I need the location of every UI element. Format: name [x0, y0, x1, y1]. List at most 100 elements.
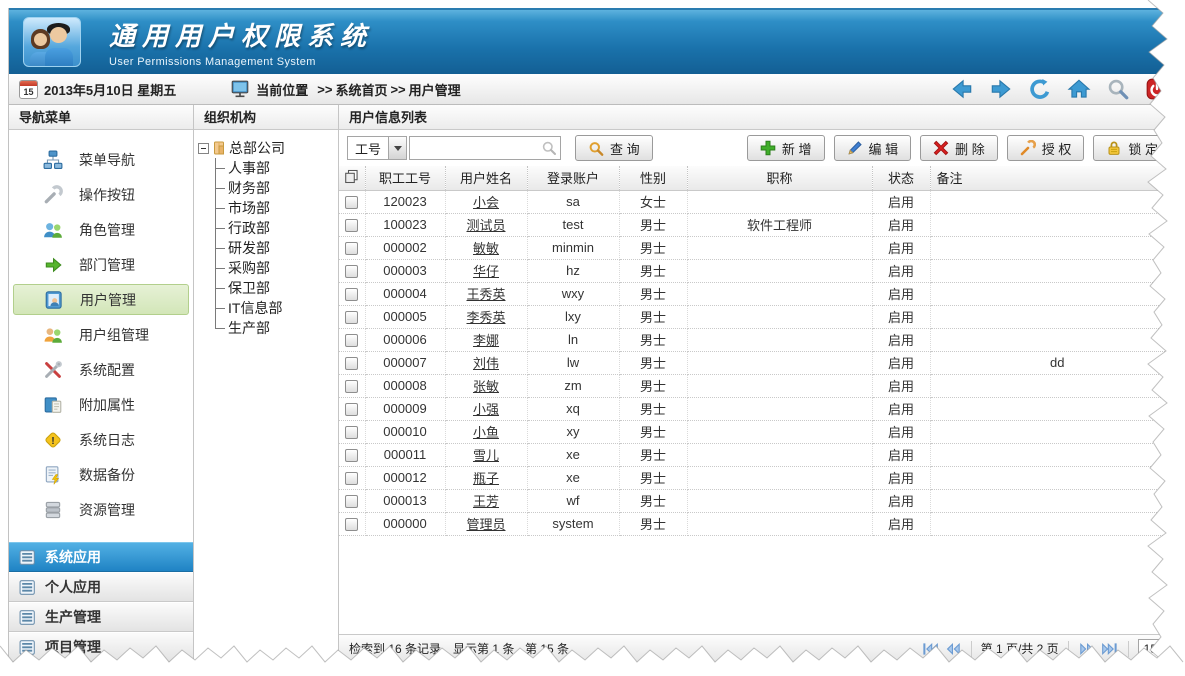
row-checkbox[interactable]	[345, 472, 358, 485]
table-row[interactable]: 000003华仔hz男士启用	[339, 259, 1179, 282]
table-row[interactable]: 100023测试员test男士软件工程师启用	[339, 213, 1179, 236]
column-header-1[interactable]: 用户姓名	[445, 166, 527, 190]
tree-node[interactable]: 研发部	[215, 238, 336, 258]
tree-node[interactable]: 市场部	[215, 198, 336, 218]
search-input[interactable]	[409, 136, 561, 160]
select-all-header[interactable]	[339, 166, 365, 190]
action-button-2[interactable]: 删 除	[920, 135, 998, 161]
table-row[interactable]: 000013王芳wf男士启用	[339, 489, 1179, 512]
tree-root-label[interactable]: 总部公司	[229, 138, 285, 158]
table-row[interactable]: 000007刘伟lw男士启用dd	[339, 351, 1179, 374]
column-header-3[interactable]: 性别	[619, 166, 687, 190]
user-name-link[interactable]: 小强	[473, 402, 499, 417]
tree-node[interactable]: IT信息部	[215, 298, 336, 318]
row-checkbox[interactable]	[345, 357, 358, 370]
user-name-link[interactable]: 王秀英	[466, 287, 505, 302]
table-row[interactable]: 000012瓶子xe男士启用	[339, 466, 1179, 489]
search-icon[interactable]	[1106, 77, 1130, 101]
sidebar-item-6[interactable]: 系统配置	[9, 352, 193, 387]
accordion-0[interactable]: 系统应用	[9, 542, 193, 572]
accordion-2[interactable]: 生产管理	[9, 602, 193, 632]
user-name-link[interactable]: 雪儿	[473, 448, 499, 463]
row-checkbox[interactable]	[345, 311, 358, 324]
accordion-3[interactable]: 项目管理	[9, 632, 193, 662]
user-name-link[interactable]: 管理员	[466, 517, 505, 532]
user-name-link[interactable]: 瓶子	[473, 471, 499, 486]
sidebar-item-9[interactable]: 数据备份	[9, 457, 193, 492]
row-checkbox[interactable]	[345, 495, 358, 508]
user-name-link[interactable]: 李娜	[473, 333, 499, 348]
first-page-icon[interactable]	[921, 640, 939, 658]
accordion-1[interactable]: 个人应用	[9, 572, 193, 602]
row-checkbox[interactable]	[345, 265, 358, 278]
table-row[interactable]: 000010小鱼xy男士启用	[339, 420, 1179, 443]
tree-node[interactable]: 人事部	[215, 158, 336, 178]
back-icon[interactable]	[950, 77, 974, 101]
user-name-link[interactable]: 华仔	[473, 264, 499, 279]
action-button-1[interactable]: 编 辑	[834, 135, 912, 161]
user-name-link[interactable]: 敏敏	[473, 241, 499, 256]
forward-icon[interactable]	[989, 77, 1013, 101]
tree-node[interactable]: 财务部	[215, 178, 336, 198]
column-header-6[interactable]: 备注	[930, 166, 1179, 190]
tree-root-node[interactable]: 总部公司	[198, 138, 336, 158]
row-checkbox[interactable]	[345, 449, 358, 462]
table-row[interactable]: 000000管理员system男士启用	[339, 512, 1179, 535]
tree-node[interactable]: 行政部	[215, 218, 336, 238]
query-button[interactable]: 查 询	[575, 135, 653, 161]
action-button-3[interactable]: 授 权	[1007, 135, 1085, 161]
tree-collapse-icon[interactable]	[198, 143, 209, 154]
last-page-icon[interactable]	[1101, 640, 1119, 658]
table-row[interactable]: 120023小会sa女士启用	[339, 190, 1179, 213]
column-header-2[interactable]: 登录账户	[527, 166, 619, 190]
table-row[interactable]: 000004王秀英wxy男士启用	[339, 282, 1179, 305]
row-checkbox[interactable]	[345, 219, 358, 232]
breadcrumb-item[interactable]: 系统首页	[335, 80, 387, 99]
home-icon[interactable]	[1067, 77, 1091, 101]
tree-node[interactable]: 生产部	[215, 318, 336, 338]
table-row[interactable]: 000011雪儿xe男士启用	[339, 443, 1179, 466]
row-checkbox[interactable]	[345, 403, 358, 416]
sidebar-item-8[interactable]: !系统日志	[9, 422, 193, 457]
table-row[interactable]: 000009小强xq男士启用	[339, 397, 1179, 420]
prev-page-icon[interactable]	[944, 640, 962, 658]
sidebar-item-2[interactable]: 角色管理	[9, 212, 193, 247]
row-checkbox[interactable]	[345, 518, 358, 531]
column-header-4[interactable]: 职称	[687, 166, 872, 190]
column-header-5[interactable]: 状态	[872, 166, 930, 190]
table-row[interactable]: 000006李娜ln男士启用	[339, 328, 1179, 351]
user-name-link[interactable]: 张敏	[473, 379, 499, 394]
table-row[interactable]: 000002敏敏minmin男士启用	[339, 236, 1179, 259]
sidebar-item-5[interactable]: 用户组管理	[9, 317, 193, 352]
row-checkbox[interactable]	[345, 380, 358, 393]
sidebar-item-7[interactable]: 附加属性	[9, 387, 193, 422]
refresh-icon[interactable]	[1028, 77, 1052, 101]
sidebar-item-4[interactable]: 用户管理	[13, 284, 189, 315]
exit-icon[interactable]	[1145, 77, 1169, 101]
sidebar-item-3[interactable]: 部门管理	[9, 247, 193, 282]
row-checkbox[interactable]	[345, 334, 358, 347]
breadcrumb-item[interactable]: 用户管理	[409, 80, 461, 99]
next-page-icon[interactable]	[1078, 640, 1096, 658]
row-checkbox[interactable]	[345, 242, 358, 255]
user-name-link[interactable]: 小鱼	[473, 425, 499, 440]
table-row[interactable]: 000008张敏zm男士启用	[339, 374, 1179, 397]
action-button-0[interactable]: 新 增	[747, 135, 825, 161]
page-size-select[interactable]: 15	[1138, 639, 1173, 659]
sidebar-item-10[interactable]: 资源管理	[9, 492, 193, 527]
user-name-link[interactable]: 李秀英	[466, 310, 505, 325]
table-row[interactable]: 000005李秀英lxy男士启用	[339, 305, 1179, 328]
user-name-link[interactable]: 刘伟	[473, 356, 499, 371]
action-button-4[interactable]: 锁 定	[1093, 135, 1171, 161]
user-name-link[interactable]: 王芳	[473, 494, 499, 509]
row-checkbox[interactable]	[345, 288, 358, 301]
column-header-0[interactable]: 职工工号	[365, 166, 445, 190]
search-field-dropdown[interactable]	[388, 137, 406, 159]
tree-node[interactable]: 采购部	[215, 258, 336, 278]
row-checkbox[interactable]	[345, 426, 358, 439]
user-name-link[interactable]: 小会	[473, 195, 499, 210]
sidebar-item-1[interactable]: 操作按钮	[9, 177, 193, 212]
user-name-link[interactable]: 测试员	[466, 218, 505, 233]
tree-node[interactable]: 保卫部	[215, 278, 336, 298]
sidebar-item-0[interactable]: 菜单导航	[9, 142, 193, 177]
